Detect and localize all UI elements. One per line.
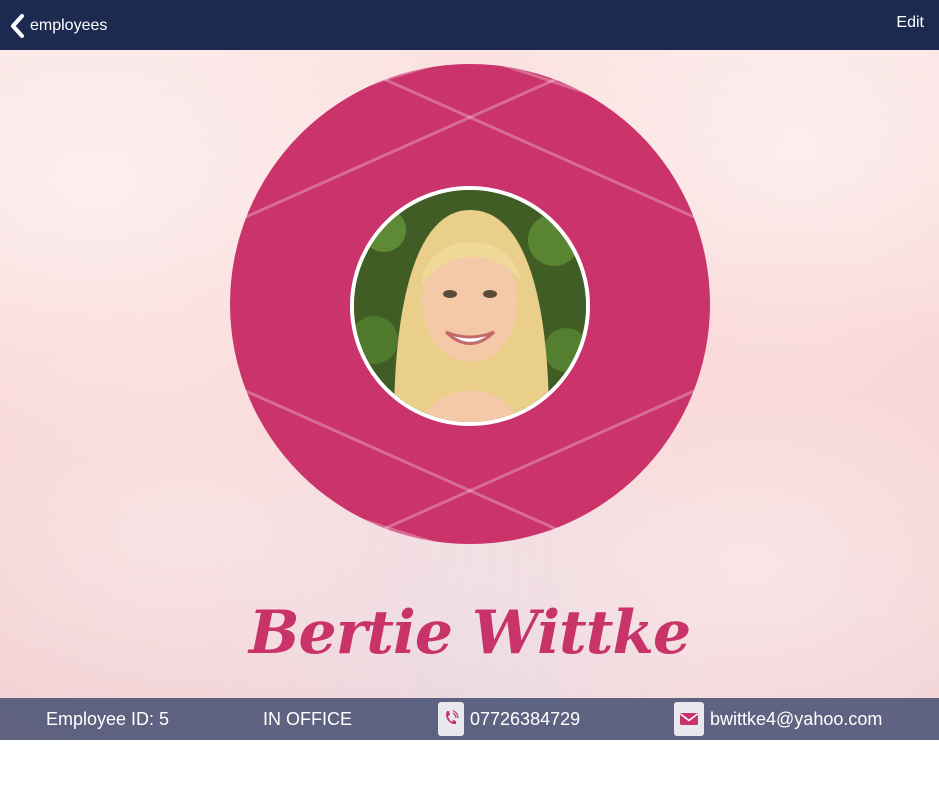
- back-label: employees: [30, 17, 108, 34]
- email-address: bwittke4@yahoo.com: [710, 708, 883, 729]
- top-navigation-bar: employees Edit: [0, 0, 939, 50]
- employee-info-bar: Employee ID: 5 IN OFFICE 07726384729 bwi…: [0, 698, 939, 740]
- edit-button[interactable]: Edit: [896, 14, 924, 32]
- back-button[interactable]: employees: [10, 12, 107, 40]
- phone-item[interactable]: 07726384729: [438, 698, 580, 740]
- email-item[interactable]: bwittke4@yahoo.com: [674, 698, 882, 740]
- chevron-left-icon: [10, 14, 24, 38]
- status-text: IN OFFICE: [263, 708, 352, 729]
- avatar: [350, 186, 590, 426]
- phone-icon: [438, 702, 464, 736]
- employee-name: Bertie Wittke: [248, 598, 691, 668]
- employee-id: Employee ID: 5: [46, 708, 170, 729]
- phone-number: 07726384729: [470, 708, 581, 729]
- profile-hero: Bertie Wittke: [0, 50, 939, 740]
- envelope-icon: [674, 702, 704, 736]
